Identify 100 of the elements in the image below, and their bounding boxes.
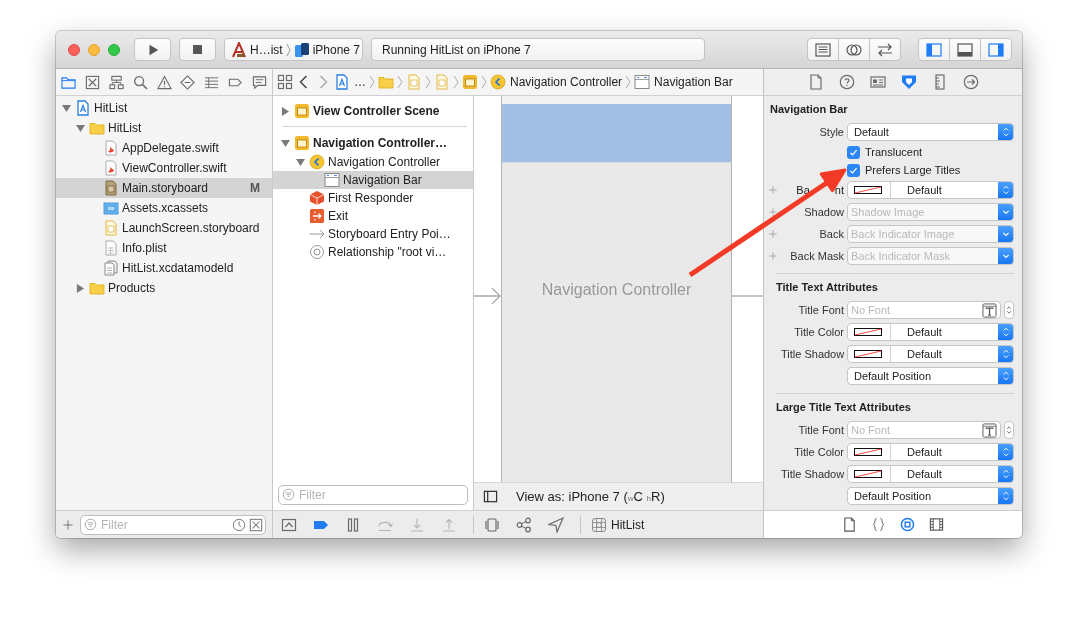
tree-row[interactable]: Navigation Controller — [273, 153, 473, 171]
tree-row[interactable]: First Responder — [273, 189, 473, 207]
tree-row[interactable]: LaunchScreen.storyboard — [56, 218, 272, 238]
breadcrumb-label[interactable]: Navigation Controller — [510, 75, 623, 89]
checkbox-label[interactable]: Prefers Large Titles — [865, 164, 961, 176]
warning-icon[interactable] — [156, 74, 172, 90]
document-icon[interactable] — [842, 517, 857, 532]
close-button[interactable] — [68, 43, 80, 56]
list-icon[interactable] — [204, 74, 220, 90]
breadcrumb-label[interactable]: Navigation Bar — [654, 75, 733, 89]
attributes-icon[interactable] — [900, 74, 917, 90]
font-icon[interactable] — [982, 422, 997, 438]
disclosure-triangle[interactable] — [280, 106, 290, 116]
tree-row[interactable]: Products — [56, 278, 272, 298]
diamond-icon[interactable] — [180, 74, 196, 90]
folder-icon[interactable] — [61, 74, 76, 90]
stepper[interactable] — [1004, 421, 1014, 439]
zoom-button[interactable] — [108, 43, 120, 56]
clock-icon[interactable] — [232, 517, 246, 532]
color-popup[interactable]: Default — [847, 345, 1014, 363]
filter-field[interactable]: Filter — [278, 485, 468, 505]
tree-row[interactable]: Assets.xcassets — [56, 198, 272, 218]
tree-row[interactable]: HitList — [56, 118, 272, 138]
tree-row[interactable]: View Controller Scene — [273, 101, 473, 121]
app-icon[interactable] — [591, 516, 607, 533]
tree-row[interactable]: HitList — [56, 98, 272, 118]
tree-row[interactable]: AppDelegate.swift — [56, 138, 272, 158]
tree-row[interactable]: Storyboard Entry Poi… — [273, 225, 473, 243]
plus-icon[interactable] — [62, 518, 74, 531]
lines-icon — [815, 41, 831, 58]
popup-button[interactable]: Default Position — [847, 487, 1014, 505]
color-popup[interactable]: Default — [847, 323, 1014, 341]
x-box-icon[interactable] — [84, 74, 100, 90]
item-label: LaunchScreen.storyboard — [122, 221, 260, 235]
grid-icon[interactable] — [277, 74, 293, 90]
checkbox[interactable] — [847, 163, 860, 177]
circles-icon — [846, 41, 862, 58]
help-icon[interactable] — [838, 74, 855, 90]
document-icon[interactable] — [807, 74, 824, 90]
film-icon[interactable] — [929, 517, 944, 532]
tree-row[interactable]: Navigation Bar — [273, 171, 473, 189]
tree-row[interactable]: Main.storyboard M — [56, 178, 272, 198]
panel-toggle-icon[interactable] — [281, 516, 297, 533]
editor-mode-button[interactable] — [869, 38, 901, 61]
scene-icon[interactable] — [462, 74, 478, 90]
checkbox-label[interactable]: Translucent — [865, 146, 923, 158]
tree-row[interactable]: ViewController.swift — [56, 158, 272, 178]
tree-row[interactable]: HitList.xcdatamodeld — [56, 258, 272, 278]
breadcrumb-label[interactable]: … — [354, 75, 366, 89]
braces-icon[interactable] — [871, 517, 886, 532]
popup-button[interactable]: Default — [847, 123, 1014, 141]
color-popup[interactable]: Default — [847, 465, 1014, 483]
navigation-controller-icon[interactable] — [490, 74, 506, 90]
id-card-icon[interactable] — [869, 74, 886, 90]
arrow-circle-icon[interactable] — [962, 74, 979, 90]
item-label: Info.plist — [122, 241, 167, 255]
color-popup[interactable]: Default — [847, 181, 1014, 199]
editor-mode-button[interactable] — [807, 38, 839, 61]
popup-button[interactable]: Default Position — [847, 367, 1014, 385]
pause-icon[interactable] — [345, 516, 361, 533]
field-label: Back Mask — [789, 250, 844, 262]
tree-row[interactable]: Info.plist — [56, 238, 272, 258]
item-label: HitList — [94, 101, 128, 115]
project-icon[interactable] — [334, 74, 350, 90]
x-box-icon[interactable] — [249, 517, 263, 532]
disclosure-triangle[interactable] — [75, 283, 85, 293]
tree-row[interactable]: Navigation Controller… — [273, 133, 473, 153]
tree-row[interactable]: Relationship "root vi… — [273, 243, 473, 261]
search-icon[interactable] — [132, 74, 148, 90]
disclosure-triangle[interactable] — [295, 157, 305, 167]
hierarchy-icon[interactable] — [108, 74, 124, 90]
filter-field[interactable]: Filter — [80, 514, 266, 535]
scheme-selector[interactable]: H…ist iPhone 7 — [224, 38, 363, 61]
graph-icon[interactable] — [516, 516, 532, 533]
view-debug-icon[interactable] — [484, 516, 500, 533]
plist-file-icon — [103, 240, 119, 256]
sidebar-icon[interactable] — [483, 489, 498, 504]
panel-toggle-button[interactable] — [980, 38, 1012, 61]
font-icon[interactable] — [982, 302, 997, 318]
panel-toggle-button[interactable] — [918, 38, 950, 61]
checkbox[interactable] — [847, 145, 860, 159]
color-popup[interactable]: Default — [847, 443, 1014, 461]
item-label: Navigation Bar — [343, 173, 422, 187]
plus-icon[interactable] — [768, 207, 778, 217]
disclosure-triangle[interactable] — [280, 138, 290, 148]
panel-toggle-button[interactable] — [949, 38, 981, 61]
target-label[interactable]: HitList — [611, 517, 645, 532]
stepper[interactable] — [1004, 301, 1014, 319]
speech-bubble-icon[interactable] — [252, 74, 267, 90]
disclosure-triangle[interactable] — [75, 123, 85, 133]
target-icon[interactable] — [900, 517, 915, 532]
stop-button[interactable] — [179, 38, 216, 61]
tree-row[interactable]: Exit — [273, 207, 473, 225]
navigation-bar-icon[interactable] — [634, 74, 651, 90]
location-icon[interactable] — [548, 516, 564, 533]
chevron-icon — [285, 42, 291, 57]
disclosure-triangle[interactable] — [61, 103, 71, 113]
run-button[interactable] — [134, 38, 171, 61]
editor-mode-button[interactable] — [838, 38, 870, 61]
item-label: AppDelegate.swift — [122, 141, 219, 155]
